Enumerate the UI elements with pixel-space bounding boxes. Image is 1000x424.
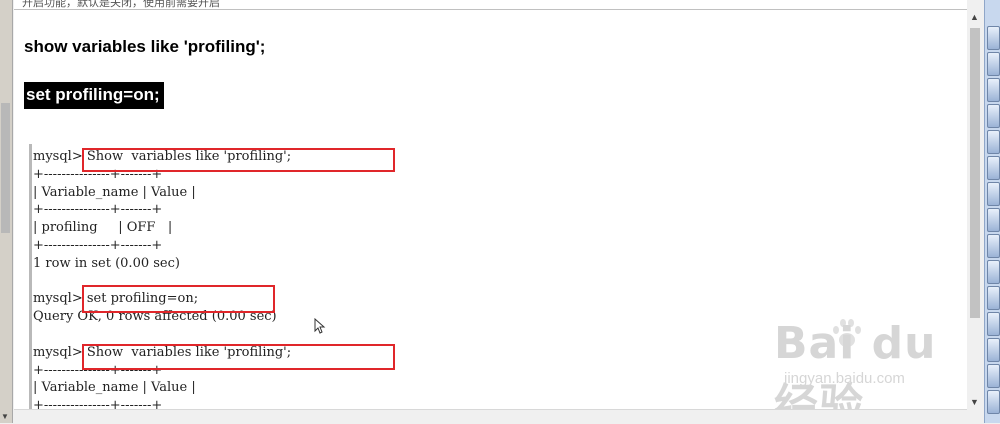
console-line: | profiling | OFF |: [33, 220, 173, 236]
scroll-down-icon[interactable]: ▼: [970, 397, 979, 407]
toolbar-button[interactable]: [987, 156, 1000, 180]
toolbar-button[interactable]: [987, 104, 1000, 128]
vertical-scrollbar-thumb[interactable]: [970, 28, 980, 318]
console-line: +---------------+-------+: [33, 237, 163, 253]
baidu-paw-icon: [830, 317, 864, 351]
right-toolbar: [984, 0, 1000, 423]
toolbar-button[interactable]: [987, 338, 1000, 362]
mysql-console-screenshot: mysql> Show variables like 'profiling'; …: [29, 144, 967, 409]
scroll-down-icon[interactable]: ▼: [1, 412, 9, 421]
left-scrollbar-thumb[interactable]: [1, 103, 10, 233]
horizontal-scrollbar[interactable]: [14, 409, 967, 424]
toolbar-button[interactable]: [987, 234, 1000, 258]
scroll-up-icon[interactable]: ▲: [970, 12, 979, 22]
toolbar-button[interactable]: [987, 52, 1000, 76]
console-line: 1 row in set (0.00 sec): [33, 255, 180, 271]
toolbar-button[interactable]: [987, 260, 1000, 284]
highlight-box-show-query-1: [82, 148, 395, 172]
divider: [14, 9, 967, 10]
toolbar-button[interactable]: [987, 286, 1000, 310]
console-line: +---------------+-------+: [33, 398, 163, 409]
toolbar-button[interactable]: [987, 390, 1000, 414]
mouse-cursor-icon: [314, 318, 326, 334]
toolbar-button[interactable]: [987, 182, 1000, 206]
left-scrollbar[interactable]: ▼: [0, 0, 13, 423]
toolbar-button[interactable]: [987, 364, 1000, 388]
heading-show-variables: show variables like 'profiling';: [24, 37, 266, 56]
toolbar-button[interactable]: [987, 312, 1000, 336]
highlight-box-set-profiling: [82, 285, 275, 313]
heading-set-profiling: set profiling=on;: [24, 82, 164, 109]
toolbar-button[interactable]: [987, 208, 1000, 232]
console-line: +---------------+-------+: [33, 202, 163, 218]
vertical-scrollbar[interactable]: ▲ ▼: [967, 0, 984, 409]
console-line: | Variable_name | Value |: [33, 184, 196, 200]
toolbar-button[interactable]: [987, 26, 1000, 50]
console-line: | Variable_name | Value |: [33, 380, 196, 396]
toolbar-button[interactable]: [987, 130, 1000, 154]
toolbar-button[interactable]: [987, 78, 1000, 102]
document-area: 开启功能，默认是关闭，使用前需要开启 show variables like '…: [14, 0, 967, 409]
highlight-box-show-query-2: [82, 344, 395, 370]
